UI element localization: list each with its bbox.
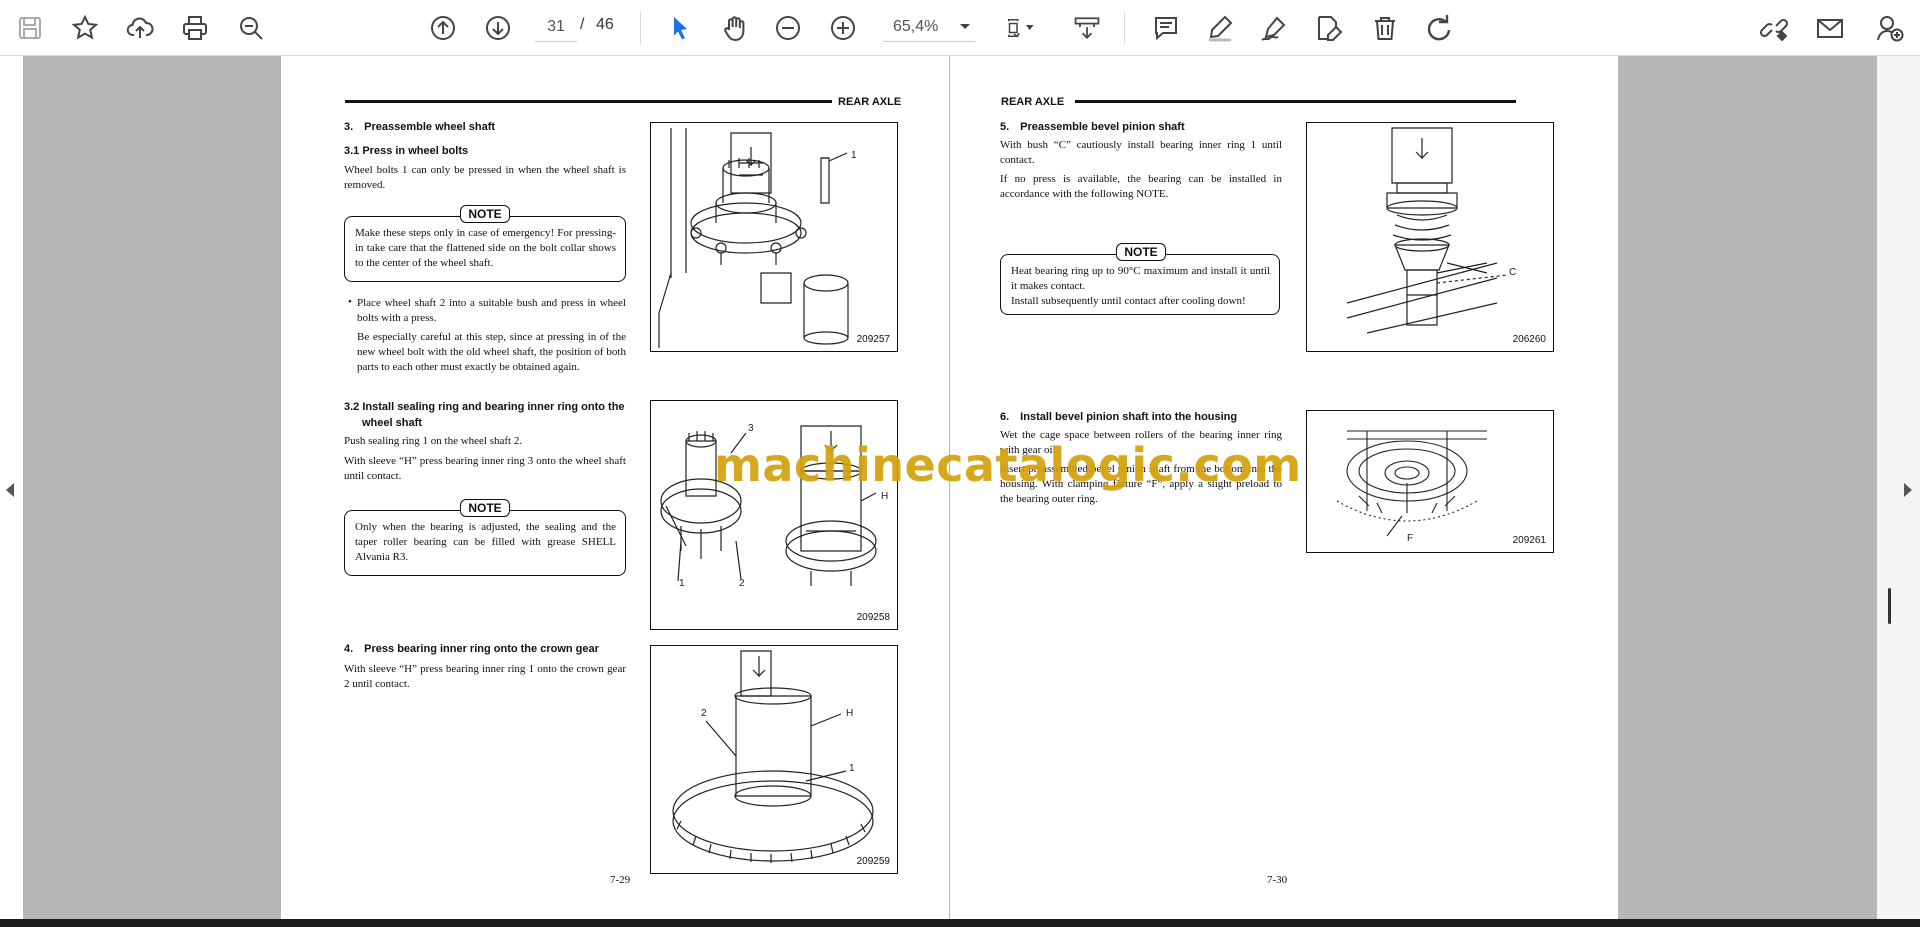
mail-icon[interactable] [1812,10,1848,46]
next-page-arrow-icon[interactable] [1900,478,1916,502]
paragraph: Wet the cage space between rollers of th… [1000,429,1282,456]
svg-text:1: 1 [849,763,855,774]
section-title: 4. Press bearing inner ring onto the cro… [344,643,599,655]
svg-text:3: 3 [748,423,754,434]
drawing-bevel-pinion: C [1346,127,1516,334]
svg-text:F: F [1407,533,1413,544]
figure-wheel-bolts: 1 209257 [650,122,898,352]
paragraph: Insert preassembled bevel pinion shaft f… [1000,463,1282,505]
svg-text:2: 2 [739,578,745,589]
select-arrow-icon[interactable] [662,10,698,46]
scrollbar-thumb[interactable] [1888,588,1891,624]
svg-text:1: 1 [679,578,685,589]
svg-text:2: 2 [701,708,707,719]
hand-pan-icon[interactable] [716,10,752,46]
subsection-title: 3.2 Install sealing ring and bearing inn… [344,401,625,413]
scroll-mode-icon[interactable] [1066,10,1108,46]
save-icon[interactable] [12,10,48,46]
figure-sealing-ring: 1 2 3 H 209258 [650,400,898,630]
zoom-out-icon[interactable] [770,10,806,46]
paragraph: If no press is available, the bearing ca… [1000,173,1282,200]
page-number: 7-30 [1267,874,1288,886]
zoom-in-icon[interactable] [825,10,861,46]
header-label: REAR AXLE [838,96,902,108]
page-number-input[interactable] [535,12,577,42]
chevron-down-icon [959,18,971,36]
paragraph: Be especially careful at this step, sinc… [357,331,626,373]
note-line: Install subsequently until contact after… [1011,295,1246,307]
page-down-icon[interactable] [480,10,516,46]
edit-pdf-icon[interactable] [1310,10,1346,46]
toolbar: / 46 65,4% [0,0,1920,56]
prev-page-arrow-icon[interactable] [2,478,18,502]
paragraph: Push sealing ring 1 on the wheel shaft 2… [344,435,523,447]
zoom-dropdown[interactable]: 65,4% [883,12,975,42]
figure-housing: F 209261 [1306,410,1554,553]
add-user-icon[interactable] [1872,10,1908,46]
figure-number: 209258 [856,612,890,623]
header-label: REAR AXLE [1001,96,1065,108]
sign-icon[interactable] [1256,10,1292,46]
figure-number: 209259 [856,856,890,867]
page-up-icon[interactable] [425,10,461,46]
undo-rotate-icon[interactable] [1421,10,1457,46]
trash-icon[interactable] [1367,10,1403,46]
header-rule [345,100,832,103]
subsection-title: 3.1 Press in wheel bolts [344,145,469,157]
figure-number: 209261 [1512,535,1546,546]
page-total: 46 [596,16,614,33]
drawing-press-wheel-bolts: 1 [658,128,857,348]
drawing-crown-gear: H 1 2 [672,650,874,863]
figure-bevel-pinion: C 206260 [1306,122,1554,352]
paragraph: With sleeve “H” press bearing inner ring… [344,455,626,482]
note-tag: NOTE [460,205,510,223]
share-link-icon[interactable] [1756,10,1792,46]
figure-number: 206260 [1512,334,1546,345]
svg-text:1: 1 [851,150,857,161]
page-right: REAR AXLE 5. Preassemble bevel pinion sh… [950,56,1618,919]
paragraph: With bush “C” cautiously install bearing… [1000,139,1282,166]
section-title: 6. Install bevel pinion shaft into the h… [1000,411,1238,423]
section-title: 3. Preassemble wheel shaft [344,121,496,133]
upload-cloud-icon[interactable] [122,10,158,46]
bookmark-star-icon[interactable] [67,10,103,46]
page-separator: / [580,16,585,33]
page-number: 7-29 [610,874,631,886]
divider [1124,12,1125,44]
drawing-housing: F [1336,430,1487,544]
taskbar-strip [0,919,1920,927]
section-title: 5. Preassemble bevel pinion shaft [1000,121,1185,133]
subsection-title-cont: wheel shaft [362,417,422,429]
note-line: Heat bearing ring up to 90°C maximum and… [1011,265,1270,292]
svg-text:H: H [881,491,888,502]
bullet-item: Place wheel shaft 2 into a suitable bush… [357,297,626,324]
header-rule [1075,100,1516,103]
zoom-value: 65,4% [893,17,939,35]
drawing-sealing-ring: 1 2 3 H [660,423,888,589]
paragraph: With sleeve “H” press bearing inner ring… [344,663,626,690]
svg-text:C: C [1509,267,1516,278]
note-box: Make these steps only in case of emergen… [344,216,626,282]
divider [640,12,641,44]
figure-number: 209257 [856,334,890,345]
paragraph: Wheel bolts 1 can only be pressed in whe… [344,164,626,191]
figure-crown-gear: H 1 2 209259 [650,645,898,874]
note-box: Heat bearing ring up to 90°C maximum and… [1000,254,1280,315]
zoom-search-icon[interactable] [233,10,269,46]
page-fit-icon[interactable] [997,10,1043,46]
print-icon[interactable] [177,10,213,46]
note-box: Only when the bearing is adjusted, the s… [344,510,626,576]
document-viewer[interactable]: REAR AXLE 3. Preassemble wheel shaft 3.1… [0,56,1920,919]
note-tag: NOTE [1116,243,1166,261]
bullet-dot: • [348,296,352,308]
highlight-pen-icon[interactable] [1202,10,1238,46]
svg-text:H: H [846,708,853,719]
note-tag: NOTE [460,499,510,517]
comment-icon[interactable] [1148,10,1184,46]
page-left: REAR AXLE 3. Preassemble wheel shaft 3.1… [281,56,949,919]
